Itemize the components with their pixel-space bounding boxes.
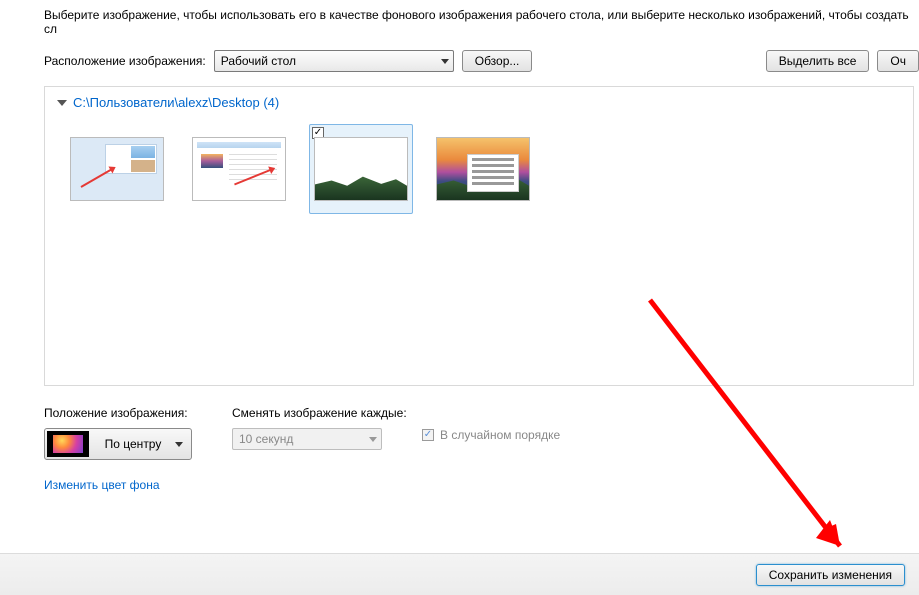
thumbnail-4[interactable] [431, 124, 535, 214]
clear-button[interactable]: Оч [877, 50, 919, 72]
location-label: Расположение изображения: [44, 54, 206, 68]
description-text: Выберите изображение, чтобы использовать… [0, 0, 919, 50]
location-select-value: Рабочий стол [221, 54, 296, 68]
thumbnails-row: ✓ [57, 124, 901, 214]
browse-button[interactable]: Обзор... [462, 50, 533, 72]
image-gallery: C:\Пользователи\alexz\Desktop (4) ✓ [44, 86, 914, 386]
location-row: Расположение изображения: Рабочий стол О… [0, 50, 919, 72]
position-label: Положение изображения: [44, 406, 192, 420]
interval-column: Сменять изображение каждые: 10 секунд [232, 406, 382, 450]
folder-header[interactable]: C:\Пользователи\alexz\Desktop (4) [57, 95, 901, 110]
chevron-down-icon [369, 437, 377, 442]
chevron-down-icon [175, 442, 183, 447]
position-column: Положение изображения: По центру [44, 406, 192, 460]
position-preview-icon [47, 431, 89, 457]
interval-select[interactable]: 10 секунд [232, 428, 382, 450]
change-color-link[interactable]: Изменить цвет фона [0, 460, 919, 492]
interval-select-value: 10 секунд [239, 432, 293, 446]
shuffle-row: ✓ В случайном порядке [422, 428, 560, 442]
save-button[interactable]: Сохранить изменения [756, 564, 905, 586]
settings-row: Положение изображения: По центру Сменять… [0, 386, 919, 460]
position-select[interactable]: По центру [44, 428, 192, 460]
folder-path: C:\Пользователи\alexz\Desktop (4) [73, 95, 279, 110]
thumbnail-3[interactable]: ✓ [309, 124, 413, 214]
thumbnail-2[interactable] [187, 124, 291, 214]
shuffle-checkbox[interactable]: ✓ [422, 429, 434, 441]
interval-label: Сменять изображение каждые: [232, 406, 382, 420]
footer-bar: Сохранить изменения [0, 553, 919, 595]
chevron-down-icon [441, 59, 449, 64]
caret-down-icon [57, 100, 67, 106]
thumbnail-1[interactable] [65, 124, 169, 214]
select-all-button[interactable]: Выделить все [766, 50, 870, 72]
shuffle-label: В случайном порядке [440, 428, 560, 442]
location-select[interactable]: Рабочий стол [214, 50, 454, 72]
position-select-value: По центру [91, 437, 175, 451]
